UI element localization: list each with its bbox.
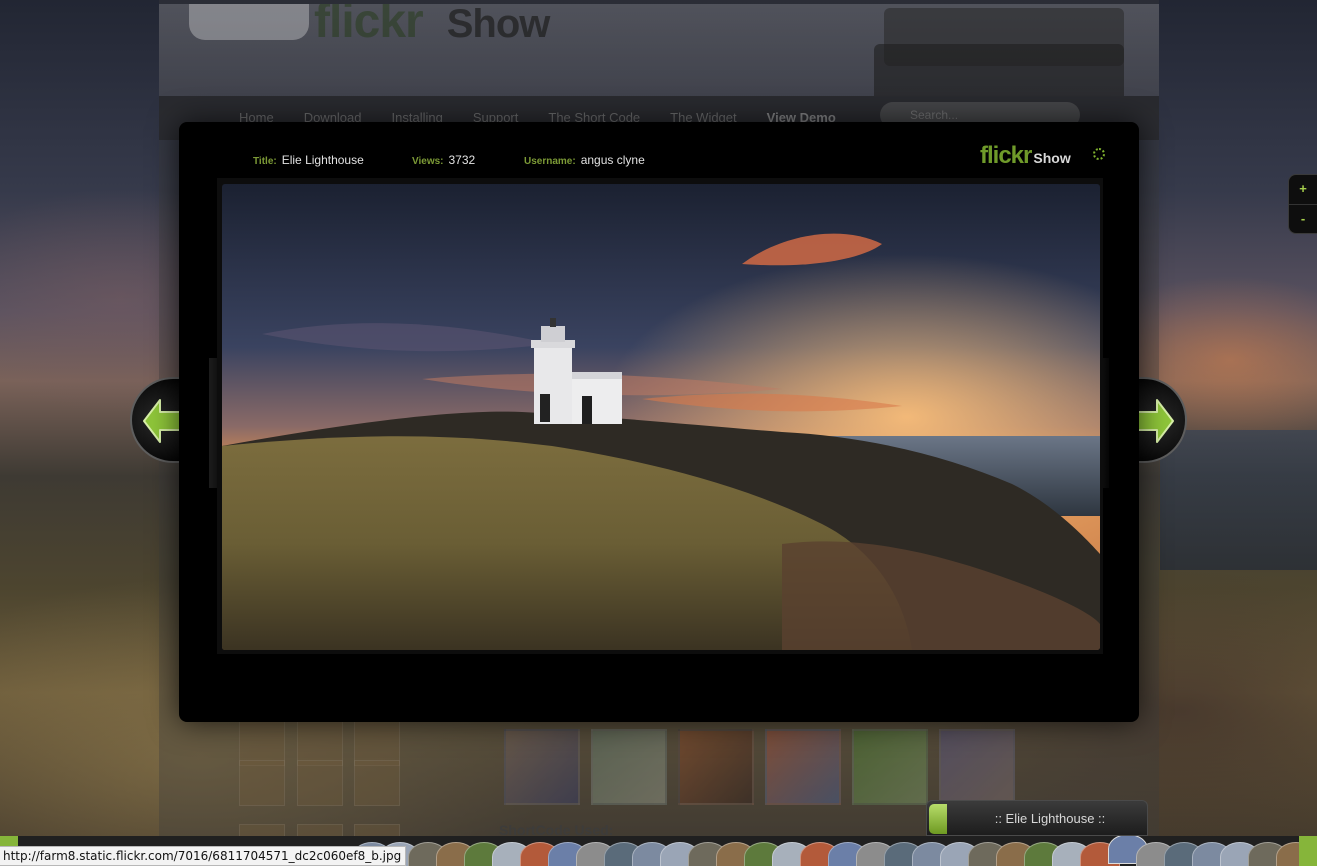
lightbox: Title: Elie Lighthouse Views: 3732 Usernam…	[179, 122, 1139, 722]
filmstrip-scroll-right[interactable]	[1299, 836, 1317, 866]
chevron-right-icon	[1136, 399, 1174, 443]
site-header: flickr Show	[159, 4, 1159, 96]
site-thumb	[678, 729, 754, 805]
status-bar-url: http://farm8.static.flickr.com/7016/6811…	[0, 846, 407, 866]
site-logo: flickr Show	[314, 4, 551, 49]
views-label: Views:	[412, 156, 444, 167]
info-views: Views: 3732	[412, 153, 475, 167]
site-thumb	[297, 760, 343, 806]
site-thumb	[939, 729, 1015, 805]
site-thumb	[852, 729, 928, 805]
main-photo[interactable]	[222, 184, 1100, 650]
zoom-in-button[interactable]: +	[1289, 175, 1317, 205]
caption-panel[interactable]: :: Elie Lighthouse ::	[926, 800, 1148, 836]
header-device-graphic-3	[874, 44, 1124, 96]
views-value: 3732	[448, 153, 476, 167]
site-logo-text: flickr	[314, 4, 424, 48]
flickrshow-logo: flickr Show	[980, 142, 1106, 182]
title-value: Elie Lighthouse	[281, 153, 364, 167]
zoom-out-button[interactable]: -	[1289, 205, 1317, 235]
info-title: Title: Elie Lighthouse	[253, 153, 364, 167]
site-thumb	[504, 729, 580, 805]
caption-grip-icon	[929, 804, 947, 834]
photo-frame	[217, 178, 1103, 654]
spinner-icon	[1093, 148, 1105, 160]
flickrshow-logo-suffix: Show	[1033, 150, 1071, 166]
username-label: Username:	[524, 156, 576, 167]
site-thumb	[765, 729, 841, 805]
site-logo-suffix: Show	[446, 4, 551, 46]
header-device-graphic	[189, 4, 309, 40]
title-label: Title:	[253, 156, 277, 167]
site-thumb	[354, 760, 400, 806]
chevron-left-icon	[143, 399, 181, 443]
site-thumb	[239, 760, 285, 806]
main-photo-image	[222, 184, 1100, 650]
caption-text: :: Elie Lighthouse ::	[994, 811, 1106, 826]
zoom-control: + -	[1288, 174, 1317, 234]
info-username: Username: angus clyne	[524, 153, 645, 167]
site-thumbs-row	[504, 729, 1026, 805]
username-value: angus clyne	[580, 153, 645, 167]
flickrshow-logo-text: flickr	[980, 142, 1032, 169]
site-thumb	[591, 729, 667, 805]
